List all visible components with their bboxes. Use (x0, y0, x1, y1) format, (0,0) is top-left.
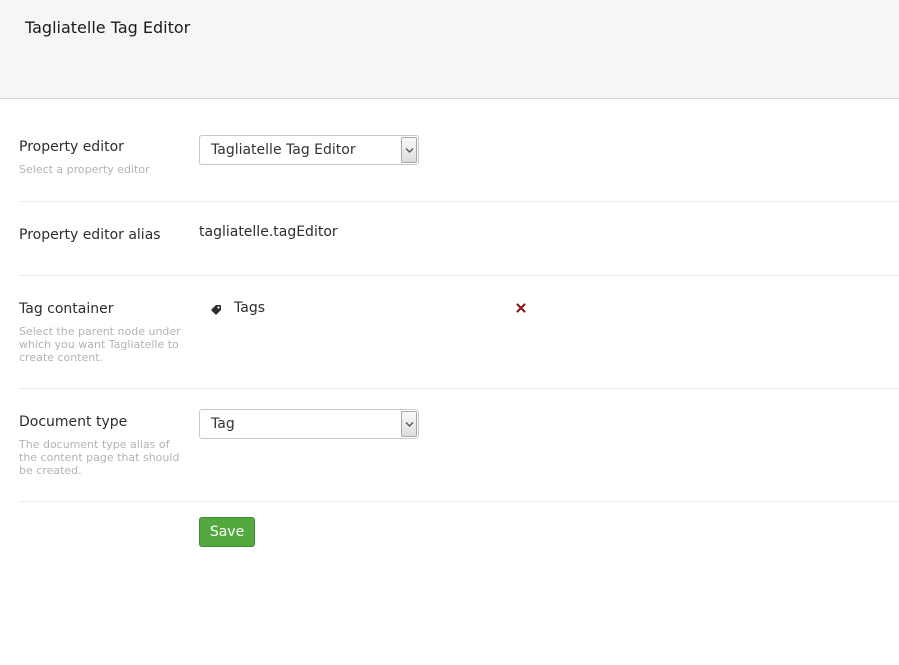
property-editor-select-value: Tagliatelle Tag Editor (211, 142, 356, 158)
document-type-description: The document type alias of the content p… (19, 438, 180, 477)
property-editor-alias-value: tagliatelle.tagEditor (199, 224, 338, 240)
property-editor-description: Select a property editor (19, 163, 150, 176)
property-editor-label: Property editor (19, 139, 124, 155)
property-editor-alias-label: Property editor alias (19, 227, 161, 243)
close-icon[interactable] (514, 300, 528, 314)
document-type-row: Document type The document type alias of… (19, 389, 899, 502)
save-button[interactable]: Save (199, 517, 255, 547)
document-type-label: Document type (19, 414, 128, 430)
property-editor-alias-row: Property editor alias tagliatelle.tagEdi… (19, 202, 899, 276)
property-editor-row: Property editor Select a property editor… (19, 99, 899, 202)
tag-container-node-name[interactable]: Tags (234, 300, 265, 316)
page-title: Tagliatelle Tag Editor (25, 18, 191, 37)
tag-container-label: Tag container (19, 301, 114, 317)
editor-header: Tagliatelle Tag Editor (0, 0, 899, 99)
chevron-down-icon[interactable] (401, 137, 417, 163)
tag-icon (210, 301, 222, 320)
document-type-select[interactable]: Tag (199, 409, 419, 439)
tag-container-row: Tag container Select the parent node und… (19, 276, 899, 389)
tag-container-description: Select the parent node under which you w… (19, 325, 181, 364)
property-editor-select[interactable]: Tagliatelle Tag Editor (199, 135, 419, 165)
document-type-select-value: Tag (211, 416, 235, 432)
chevron-down-icon[interactable] (401, 411, 417, 437)
